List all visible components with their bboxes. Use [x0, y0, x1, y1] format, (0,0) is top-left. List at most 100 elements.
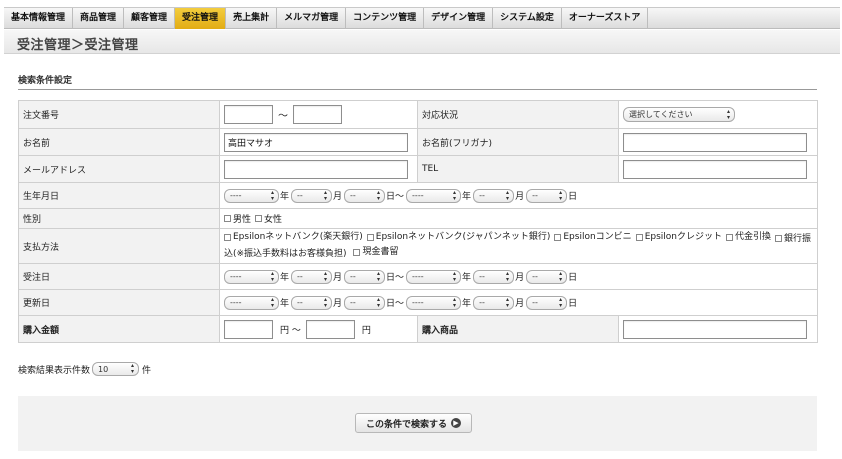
date-select-value: ----: [412, 272, 424, 281]
date-select[interactable]: ---- ▴ ▾: [406, 295, 462, 310]
kana-label: お名前(フリガナ): [417, 128, 619, 156]
main-nav: 基本情報管理 商品管理 顧客管理 受注管理 売上集計 メルマガ管理 コンテンツ管理 デザイン管…: [4, 7, 840, 29]
nav-item-1[interactable]: 商品管理: [73, 8, 125, 29]
status-select[interactable]: 選択してください ▴ ▾: [623, 107, 735, 122]
date-select-value: --: [350, 272, 356, 281]
date-select[interactable]: -- ▴ ▾: [291, 295, 333, 310]
nav-item-6[interactable]: コンテンツ管理: [346, 8, 425, 29]
yen-label: 円: [361, 325, 371, 336]
nav-item-5[interactable]: メルマガ管理: [277, 8, 347, 29]
order-number-from-input[interactable]: [224, 105, 273, 124]
date-select[interactable]: ---- ▴ ▾: [406, 188, 462, 203]
checkbox[interactable]: [224, 215, 231, 222]
date-select[interactable]: -- ▴ ▾: [526, 188, 568, 203]
amount-to-input[interactable]: [305, 319, 355, 339]
updown-arrows-icon: ▴ ▾: [559, 269, 563, 283]
date-select[interactable]: -- ▴ ▾: [291, 269, 333, 284]
name-label: お名前: [18, 128, 220, 156]
nav-item-2[interactable]: 顧客管理: [124, 8, 176, 29]
row-update-date: 更新日 ---- ▴ ▾ 年 -- ▴ ▾ 月 -- ▴ ▾ 日〜 ---- ▴ ▾ 年 -- ▴ ▾ 月 -- ▴ ▾ 日: [18, 289, 818, 316]
gender-option-female[interactable]: 女性: [255, 212, 282, 225]
nav-item-0[interactable]: 基本情報管理: [4, 8, 74, 29]
updown-arrows-icon: ▴ ▾: [324, 188, 328, 202]
updown-arrows-icon: ▴ ▾: [377, 295, 381, 309]
payment-option-1[interactable]: Epsilonネットバンク(楽天銀行): [224, 231, 363, 244]
payment-option-2[interactable]: Epsilonネットバンク(ジャパンネット銀行): [366, 231, 550, 244]
year-unit: 年: [280, 273, 290, 283]
row-amount: 購入金額 円 〜 円 購入商品: [18, 315, 818, 343]
mail-input[interactable]: [224, 159, 408, 179]
updown-arrows-icon: ▴ ▾: [506, 188, 510, 202]
date-select[interactable]: ---- ▴ ▾: [224, 188, 279, 203]
updown-arrows-icon: ▴ ▾: [324, 269, 328, 283]
nav-item-8[interactable]: システム設定: [493, 8, 562, 29]
status-select-value: 選択してください: [629, 110, 693, 119]
updown-arrows-icon: ▴ ▾: [270, 269, 274, 283]
update-date-label: 更新日: [18, 289, 220, 316]
payment-option-4[interactable]: Epsilonクレジット: [635, 231, 722, 244]
updown-arrows-icon: ▴ ▾: [270, 295, 274, 309]
section-title: 検索条件設定: [18, 76, 73, 86]
date-select[interactable]: -- ▴ ▾: [291, 188, 333, 203]
checkbox[interactable]: [353, 249, 361, 256]
tel-input[interactable]: [623, 159, 807, 179]
kana-input[interactable]: [623, 132, 807, 152]
date-select[interactable]: -- ▴ ▾: [473, 269, 515, 284]
nav-item-3[interactable]: 受注管理: [175, 8, 227, 29]
date-select[interactable]: -- ▴ ▾: [344, 295, 386, 310]
checkbox[interactable]: [366, 234, 374, 241]
date-select-value: ----: [230, 298, 242, 307]
date-select-value: --: [297, 191, 303, 200]
display-count-unit: 件: [142, 365, 152, 376]
date-select[interactable]: -- ▴ ▾: [526, 269, 568, 284]
checkbox[interactable]: [635, 234, 643, 241]
display-count-select[interactable]: 10 ▴ ▾: [92, 362, 140, 376]
date-select-value: --: [479, 272, 485, 281]
date-select-value: ----: [412, 191, 424, 200]
checkbox[interactable]: [775, 235, 783, 242]
display-count-label: 検索結果表示件数: [18, 365, 91, 376]
gender-option-male[interactable]: 男性: [224, 212, 251, 225]
name-input[interactable]: [224, 132, 408, 152]
date-select[interactable]: ---- ▴ ▾: [224, 295, 279, 310]
nav-item-4[interactable]: 売上集計: [226, 8, 278, 29]
nav-item-7[interactable]: デザイン管理: [424, 8, 494, 29]
date-select[interactable]: ---- ▴ ▾: [224, 269, 279, 284]
payment-option-3[interactable]: Epsilonコンビニ: [554, 231, 632, 244]
payment-option-5[interactable]: 代金引換: [726, 231, 771, 244]
date-select[interactable]: -- ▴ ▾: [473, 295, 515, 310]
amount-from-input[interactable]: [224, 319, 273, 339]
date-select[interactable]: -- ▴ ▾: [526, 295, 568, 310]
order-number-label: 注文番号: [18, 100, 220, 129]
date-select-value: --: [297, 272, 303, 281]
birth-label: 生年月日: [18, 182, 220, 209]
order-number-to-input[interactable]: [293, 105, 342, 124]
product-input[interactable]: [623, 319, 807, 339]
status-label: 対応状況: [417, 100, 619, 129]
checkbox[interactable]: [726, 234, 733, 241]
checkbox[interactable]: [255, 215, 263, 222]
date-select-value: --: [350, 298, 356, 307]
tel-label: TEL: [417, 155, 619, 183]
updown-arrows-icon: ▴ ▾: [270, 188, 274, 202]
month-unit: 月: [515, 299, 525, 309]
updown-arrows-icon: ▴ ▾: [453, 269, 457, 283]
date-select[interactable]: -- ▴ ▾: [344, 269, 386, 284]
payment-option-7[interactable]: 現金書留: [353, 246, 398, 259]
row-mail: メールアドレス TEL: [18, 155, 818, 183]
yen-tilde-label: 円 〜: [280, 325, 301, 336]
row-order-date: 受注日 ---- ▴ ▾ 年 -- ▴ ▾ 月 -- ▴ ▾ 日〜 ---- ▴ ▾ 年 -- ▴ ▾ 月 -- ▴ ▾ 日: [18, 263, 818, 290]
checkbox[interactable]: [224, 234, 231, 241]
checkbox[interactable]: [554, 234, 562, 241]
date-select-value: --: [532, 298, 538, 307]
nav-item-9[interactable]: オーナーズストア: [562, 8, 649, 29]
payment-label: 支払方法: [18, 228, 220, 264]
date-select[interactable]: ---- ▴ ▾: [406, 269, 462, 284]
year-unit: 年: [280, 192, 290, 202]
search-button[interactable]: この条件で検索する ▶: [355, 413, 472, 433]
date-select[interactable]: -- ▴ ▾: [473, 188, 515, 203]
date-select-value: --: [532, 191, 538, 200]
date-select[interactable]: -- ▴ ▾: [344, 188, 386, 203]
display-count-value: 10: [98, 364, 109, 374]
day-unit: 日: [568, 299, 578, 309]
